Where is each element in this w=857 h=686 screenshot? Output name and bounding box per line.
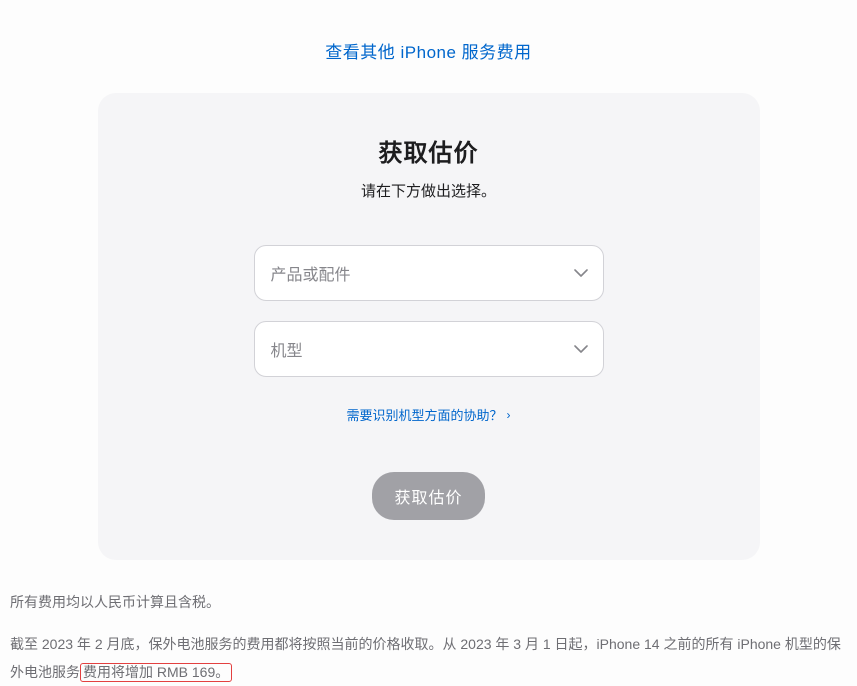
card-subtitle: 请在下方做出选择。: [138, 180, 720, 201]
other-service-fees-link[interactable]: 查看其他 iPhone 服务费用: [325, 43, 531, 62]
product-select-wrap: 产品或配件: [254, 245, 604, 301]
product-select-placeholder: 产品或配件: [271, 261, 351, 285]
model-help-label: 需要识别机型方面的协助？: [346, 405, 502, 424]
submit-row: 获取估价: [138, 472, 720, 520]
estimate-card: 获取估价 请在下方做出选择。 产品或配件 机型 需要识别机型方面的协助？ › 获…: [98, 93, 760, 560]
product-select[interactable]: 产品或配件: [254, 245, 604, 301]
top-link-row: 查看其他 iPhone 服务费用: [0, 0, 857, 93]
model-help-link[interactable]: 需要识别机型方面的协助？ ›: [346, 405, 510, 424]
footer-note-2-highlight: 费用将增加 RMB 169。: [80, 663, 232, 682]
model-select-placeholder: 机型: [271, 337, 303, 361]
card-title: 获取估价: [138, 133, 720, 168]
model-select-wrap: 机型: [254, 321, 604, 377]
footer-notes: 所有费用均以人民币计算且含税。 截至 2023 年 2 月底，保外电池服务的费用…: [0, 560, 857, 686]
get-estimate-button[interactable]: 获取估价: [372, 472, 484, 520]
footer-note-2: 截至 2023 年 2 月底，保外电池服务的费用都将按照当前的价格收取。从 20…: [10, 630, 847, 686]
chevron-right-icon: ›: [507, 408, 511, 422]
model-select[interactable]: 机型: [254, 321, 604, 377]
footer-note-1: 所有费用均以人民币计算且含税。: [10, 588, 847, 616]
